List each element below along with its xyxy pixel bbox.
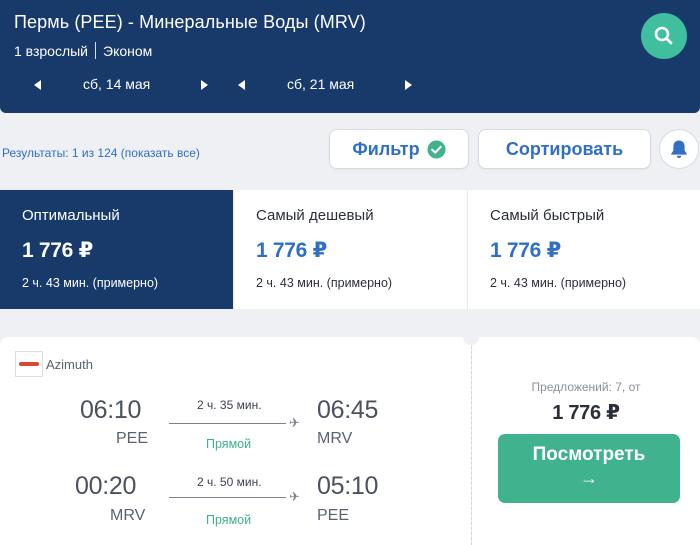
inbound-arrival-time: 05:10 xyxy=(317,472,379,500)
return-prev-icon[interactable] xyxy=(238,80,245,90)
depart-prev-icon[interactable] xyxy=(34,80,41,90)
passengers-label: 1 взрослый xyxy=(14,42,88,59)
tab-optimal-duration: 2 ч. 43 мин. (примерно) xyxy=(22,276,159,290)
depart-date[interactable]: сб, 14 мая xyxy=(83,76,150,92)
tab-fastest-label: Самый быстрый xyxy=(490,207,605,224)
tab-optimal-price: 1 776 ₽ xyxy=(22,239,93,262)
price-alert-button[interactable] xyxy=(659,129,699,169)
inbound-line xyxy=(169,497,286,498)
search-icon xyxy=(654,26,673,45)
tab-fastest-duration: 2 ч. 43 мин. (примерно) xyxy=(490,276,627,290)
bell-icon xyxy=(671,140,687,158)
tab-cheapest[interactable]: Самый дешевый 1 776 ₽ 2 ч. 43 мин. (прим… xyxy=(234,190,468,309)
plane-icon: ✈ xyxy=(289,415,300,430)
outbound-duration: 2 ч. 35 мин. xyxy=(197,398,262,412)
card-notch-top xyxy=(463,329,479,345)
outbound-line xyxy=(169,423,286,424)
sort-tabs: Оптимальный 1 776 ₽ 2 ч. 43 мин. (пример… xyxy=(0,190,700,309)
outbound-departure-time: 06:10 xyxy=(80,396,142,424)
tab-fastest[interactable]: Самый быстрый 1 776 ₽ 2 ч. 43 мин. (прим… xyxy=(468,190,700,309)
return-next-icon[interactable] xyxy=(405,80,412,90)
search-button[interactable] xyxy=(641,13,687,59)
inbound-stops: Прямой xyxy=(206,513,252,527)
tab-cheapest-price: 1 776 ₽ xyxy=(256,239,327,262)
view-button-label: Посмотреть xyxy=(532,444,646,465)
filter-button[interactable]: Фильтр xyxy=(329,129,469,169)
offer-price: 1 776 ₽ xyxy=(552,402,620,424)
airline-name: Azimuth xyxy=(46,356,93,372)
sort-label: Сортировать xyxy=(505,138,624,159)
depart-next-icon[interactable] xyxy=(201,80,208,90)
return-date[interactable]: сб, 21 мая xyxy=(287,76,354,92)
tab-fastest-price: 1 776 ₽ xyxy=(490,239,561,262)
results-link[interactable]: Результаты: 1 из 124 (показать все) xyxy=(2,146,200,160)
filter-label: Фильтр xyxy=(352,138,420,159)
sort-button[interactable]: Сортировать xyxy=(478,129,651,169)
inbound-departure-time: 00:20 xyxy=(75,472,137,500)
check-circle-icon xyxy=(427,139,446,159)
airline: Azimuth xyxy=(15,351,93,377)
meta-divider xyxy=(95,42,96,59)
airline-logo xyxy=(15,351,43,377)
outbound-departure-code: PEE xyxy=(116,430,149,447)
tab-optimal-label: Оптимальный xyxy=(22,207,120,224)
card-divider xyxy=(471,346,472,545)
search-header: Пермь (PEE) - Минеральные Воды (MRV) 1 в… xyxy=(0,0,700,113)
outbound-stops: Прямой xyxy=(206,437,252,451)
offers-count: Предложений: 7, от xyxy=(531,380,641,394)
inbound-departure-code: MRV xyxy=(110,507,146,524)
class-label: Эконом xyxy=(103,42,153,59)
tab-optimal[interactable]: Оптимальный 1 776 ₽ 2 ч. 43 мин. (пример… xyxy=(0,190,234,309)
tab-cheapest-duration: 2 ч. 43 мин. (примерно) xyxy=(256,276,393,290)
inbound-duration: 2 ч. 50 мин. xyxy=(197,475,262,489)
tab-cheapest-label: Самый дешевый xyxy=(256,207,374,224)
plane-icon: ✈ xyxy=(289,489,300,504)
outbound-arrival-code: MRV xyxy=(317,430,353,447)
outbound-arrival-time: 06:45 xyxy=(317,396,379,424)
trip-meta[interactable]: 1 взрослый Эконом xyxy=(14,42,152,59)
inbound-arrival-code: PEE xyxy=(317,507,350,524)
view-button[interactable]: Посмотреть → xyxy=(498,434,680,503)
route-title[interactable]: Пермь (PEE) - Минеральные Воды (MRV) xyxy=(14,12,366,33)
arrow-right-icon: → xyxy=(580,468,598,488)
